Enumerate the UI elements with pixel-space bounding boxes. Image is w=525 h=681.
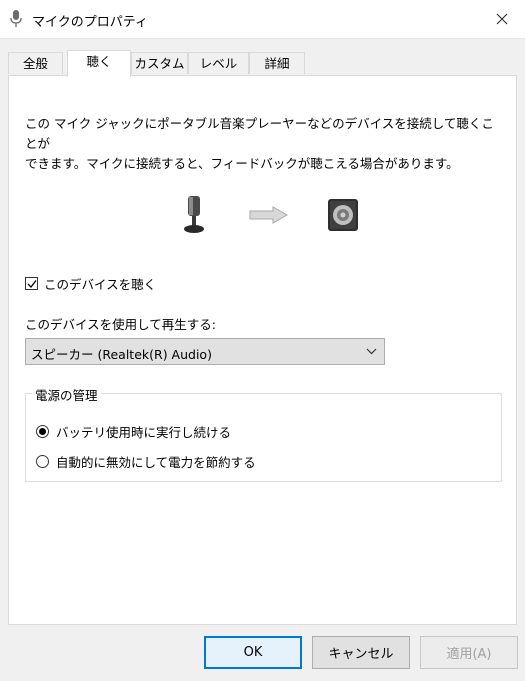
window-title: マイクのプロパティ bbox=[32, 15, 148, 30]
title-bar: マイクのプロパティ bbox=[0, 0, 525, 39]
close-button[interactable] bbox=[479, 0, 525, 38]
radio-auto-disable[interactable] bbox=[36, 454, 49, 468]
listen-checkbox-row[interactable]: このデバイスを聴く bbox=[25, 274, 156, 292]
radio-keep-running[interactable] bbox=[36, 424, 49, 438]
close-icon bbox=[496, 13, 508, 25]
power-option-auto-disable[interactable]: 自動的に無効にして電力を節約する bbox=[36, 452, 256, 470]
listen-panel: この マイク ジャックにポータブル音楽プレーヤーなどのデバイスを接続して聴くこと… bbox=[8, 75, 517, 625]
apply-button[interactable]: 適用(A) bbox=[420, 636, 518, 669]
tab-advanced[interactable]: 詳細 bbox=[249, 52, 305, 74]
ok-button[interactable]: OK bbox=[204, 636, 302, 669]
power-management-group: 電源の管理 バッテリ使用時に実行し続ける 自動的に無効にして電力を節約する bbox=[25, 385, 502, 482]
tab-custom[interactable]: カスタム bbox=[131, 52, 188, 74]
checkmark-icon bbox=[27, 279, 37, 288]
power-option-keep-running[interactable]: バッテリ使用時に実行し続ける bbox=[36, 422, 231, 440]
power-option-label: バッテリ使用時に実行し続ける bbox=[56, 424, 232, 440]
chevron-down-icon bbox=[366, 348, 377, 355]
tab-strip: 全般 聴く カスタム レベル 詳細 bbox=[8, 50, 517, 77]
tab-levels[interactable]: レベル bbox=[188, 52, 249, 74]
power-management-legend: 電源の管理 bbox=[32, 385, 101, 404]
tab-general[interactable]: 全般 bbox=[8, 52, 63, 74]
playback-device-value: スピーカー (Realtek(R) Audio) bbox=[31, 347, 212, 362]
speaker-icon bbox=[328, 199, 358, 231]
playback-device-label: このデバイスを使用して再生する: bbox=[25, 317, 216, 332]
listen-checkbox-label: このデバイスを聴く bbox=[44, 276, 157, 292]
cancel-button[interactable]: キャンセル bbox=[312, 636, 410, 669]
listen-illustration bbox=[9, 194, 518, 244]
listen-checkbox[interactable] bbox=[25, 276, 38, 290]
tab-listen[interactable]: 聴く bbox=[67, 50, 131, 77]
microphone-icon bbox=[184, 196, 204, 233]
listen-description: この マイク ジャックにポータブル音楽プレーヤーなどのデバイスを接続して聴くこと… bbox=[25, 116, 494, 171]
arrow-right-icon bbox=[249, 206, 289, 224]
playback-device-select[interactable]: スピーカー (Realtek(R) Audio) bbox=[25, 338, 385, 365]
power-option-label: 自動的に無効にして電力を節約する bbox=[56, 454, 256, 470]
microphone-icon bbox=[10, 10, 22, 27]
